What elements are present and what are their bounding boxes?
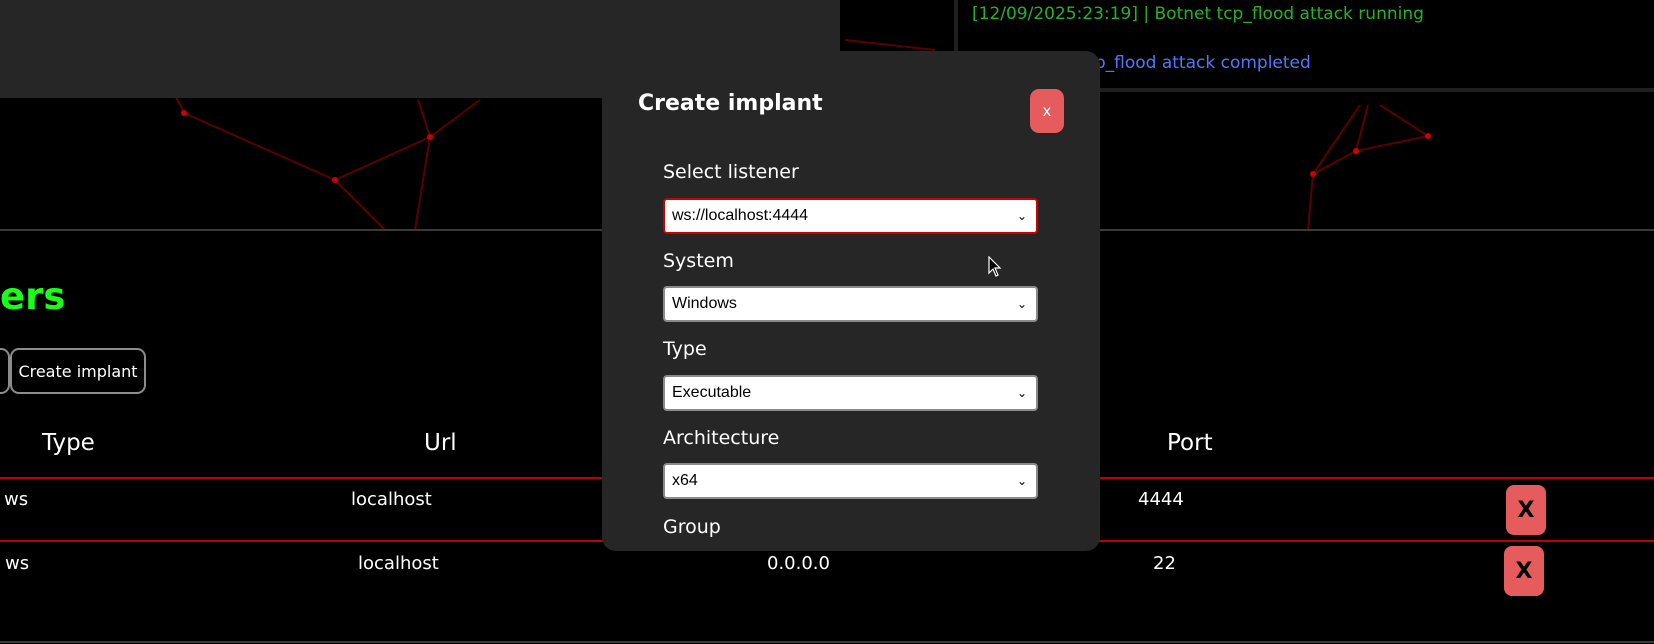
architecture-label: Architecture [663,427,780,449]
listener-select[interactable]: ws://localhost:4444 ⌄ [663,198,1038,234]
system-select-value: Windows [672,295,737,312]
chevron-down-icon: ⌄ [1016,474,1027,488]
listener-label: Select listener [663,161,799,183]
cell-url: localhost [358,553,439,574]
section-heading: ers [0,275,66,318]
chevron-down-icon: ⌄ [1016,386,1027,400]
type-select[interactable]: Executable ⌄ [663,375,1038,411]
architecture-select-value: x64 [672,472,698,489]
cell-ip: 0.0.0.0 [767,553,830,574]
type-label: Type [663,338,707,360]
mouse-cursor-icon [988,256,1002,277]
table-bottom-divider [0,641,1654,643]
partial-button[interactable] [0,348,10,394]
delete-row-button[interactable]: X [1504,546,1544,596]
column-header-url: Url [424,430,457,456]
cell-type: ws [4,489,29,510]
create-implant-modal: Create implant x Select listener ws://lo… [602,51,1100,551]
cell-port: 22 [1153,553,1176,574]
modal-title: Create implant [638,91,823,116]
cell-port: 4444 [1138,489,1184,510]
chevron-down-icon: ⌄ [1016,297,1027,311]
delete-row-button[interactable]: X [1506,485,1546,535]
system-select[interactable]: Windows ⌄ [663,286,1038,322]
listener-select-value: ws://localhost:4444 [672,207,809,224]
chevron-down-icon: ⌄ [1016,209,1027,223]
column-header-type: Type [42,430,95,456]
cell-url: localhost [351,489,432,510]
type-select-value: Executable [672,384,752,401]
architecture-select[interactable]: x64 ⌄ [663,463,1038,499]
system-label: System [663,250,734,272]
create-implant-button[interactable]: Create implant [10,348,146,394]
log-entry-running: [12/09/2025:23:19] | Botnet tcp_flood at… [972,4,1424,24]
group-label: Group [663,516,721,538]
cell-type: ws [5,553,30,574]
modal-close-button[interactable]: x [1030,89,1064,133]
column-header-port: Port [1167,430,1213,456]
